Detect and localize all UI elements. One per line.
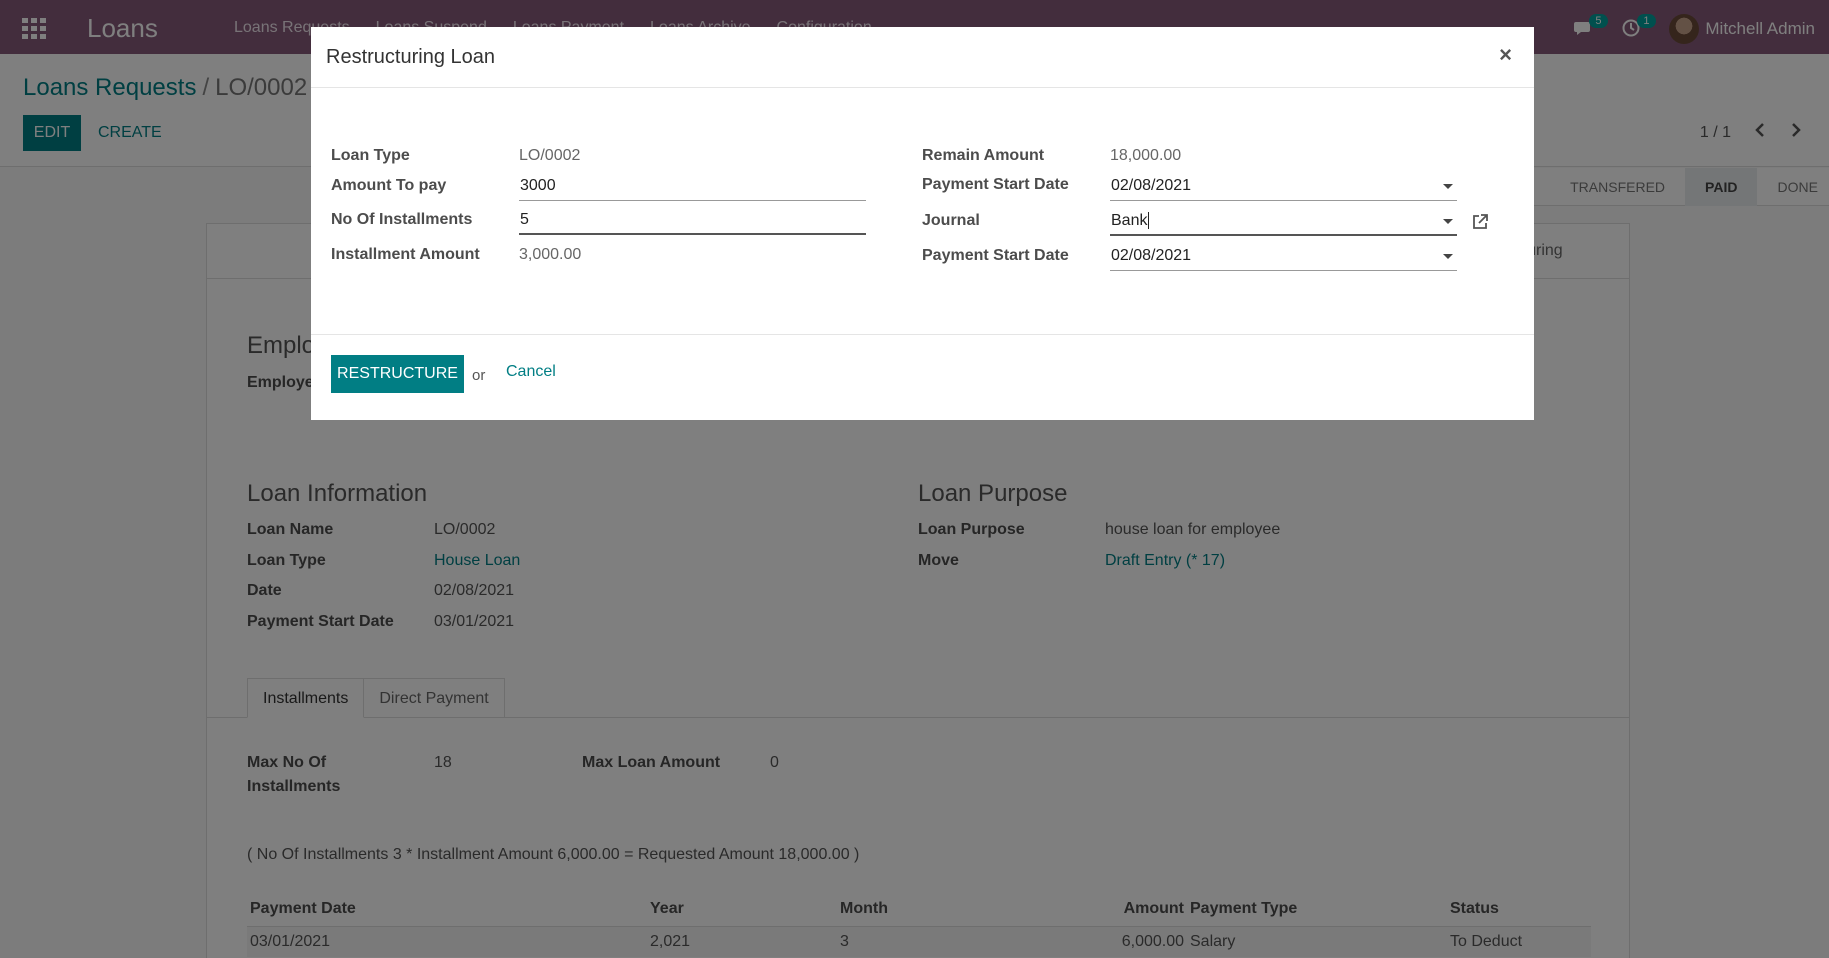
chevron-down-icon[interactable] — [1443, 254, 1453, 259]
divider — [311, 334, 1534, 335]
chevron-down-icon[interactable] — [1443, 219, 1453, 224]
journal-value: Bank — [1111, 212, 1148, 229]
payment-start-date-2-label: Payment Start Date — [922, 247, 1069, 264]
payment-start-date-2-value: 02/08/2021 — [1111, 247, 1192, 264]
or-text: or — [472, 367, 486, 384]
amount-to-pay-value: 3000 — [520, 177, 556, 194]
loan-type-link[interactable]: LO/0002 — [519, 147, 580, 165]
journal-select[interactable]: Bank — [1110, 208, 1457, 236]
no-of-installments-input[interactable]: 5 — [519, 207, 866, 235]
remain-amount-label: Remain Amount — [922, 147, 1045, 164]
journal-label: Journal — [922, 212, 980, 229]
amount-to-pay-input[interactable]: 3000 — [519, 173, 866, 201]
external-link-icon[interactable] — [1471, 213, 1489, 231]
text-cursor — [1148, 212, 1150, 229]
payment-start-date-select[interactable]: 02/08/2021 — [1110, 173, 1457, 201]
no-of-installments-label: No Of Installments — [331, 211, 473, 228]
restructure-button[interactable]: RESTRUCTURE — [331, 355, 464, 393]
restructuring-dialog: Restructuring Loan × Loan Type LO/0002 A… — [311, 27, 1534, 420]
installment-amount-value: 3,000.00 — [519, 246, 582, 263]
cancel-button[interactable]: Cancel — [506, 363, 556, 381]
installment-amount-label: Installment Amount — [331, 246, 480, 263]
dialog-title: Restructuring Loan — [326, 46, 495, 68]
payment-start-date-2-select[interactable]: 02/08/2021 — [1110, 243, 1457, 271]
payment-start-date-value: 02/08/2021 — [1111, 177, 1192, 194]
no-of-installments-value: 5 — [520, 211, 529, 228]
amount-to-pay-label: Amount To pay — [331, 177, 447, 194]
chevron-down-icon[interactable] — [1443, 184, 1453, 189]
loan-type-label: Loan Type — [331, 147, 410, 164]
remain-amount-value: 18,000.00 — [1110, 147, 1182, 164]
payment-start-date-label: Payment Start Date — [922, 176, 1069, 193]
close-icon[interactable]: × — [1499, 42, 1512, 68]
divider — [311, 87, 1534, 88]
